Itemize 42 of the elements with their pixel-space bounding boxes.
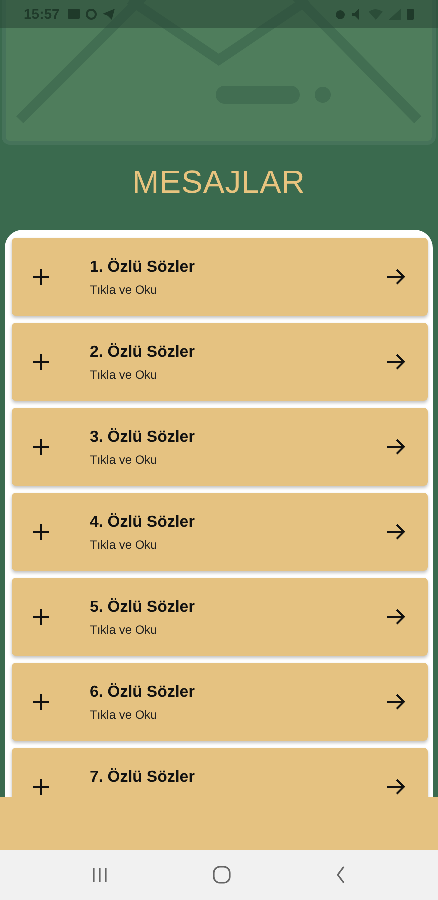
list-item-card[interactable]: 3. Özlü Sözler Tıkla ve Oku bbox=[12, 408, 428, 486]
image-icon bbox=[68, 9, 80, 19]
arrow-right-icon bbox=[386, 353, 406, 371]
recent-apps-icon[interactable] bbox=[92, 867, 108, 883]
plus-icon bbox=[32, 523, 50, 541]
item-subtitle: Tıkla ve Oku bbox=[90, 708, 158, 722]
item-title: 3. Özlü Sözler bbox=[90, 429, 196, 447]
arrow-right-icon bbox=[386, 438, 406, 456]
list-item-card[interactable]: 5. Özlü Sözler Tıkla ve Oku bbox=[12, 578, 428, 656]
item-subtitle: Tıkla ve Oku bbox=[90, 283, 158, 297]
back-icon[interactable] bbox=[336, 866, 346, 884]
item-title: 6. Özlü Sözler bbox=[90, 684, 196, 702]
home-icon[interactable] bbox=[212, 866, 231, 884]
plus-icon bbox=[32, 438, 50, 456]
plus-icon bbox=[32, 353, 50, 371]
list-item-card[interactable]: 4. Özlü Sözler Tıkla ve Oku bbox=[12, 493, 428, 571]
arrow-right-icon bbox=[386, 608, 406, 626]
item-subtitle: Tıkla ve Oku bbox=[90, 623, 158, 637]
list-item-card[interactable]: 7. Özlü Sözler bbox=[12, 748, 428, 797]
list-item-card[interactable]: 1. Özlü Sözler Tıkla ve Oku bbox=[12, 238, 428, 316]
item-title: 4. Özlü Sözler bbox=[90, 514, 196, 532]
plus-icon bbox=[32, 693, 50, 711]
alarm-icon bbox=[335, 8, 346, 20]
item-title: 1. Özlü Sözler bbox=[90, 259, 196, 277]
item-title: 5. Özlü Sözler bbox=[90, 599, 196, 617]
plus-icon bbox=[32, 268, 50, 286]
item-subtitle: Tıkla ve Oku bbox=[90, 368, 158, 382]
page-title: MESAJLAR bbox=[132, 164, 306, 201]
list-item-card[interactable]: 2. Özlü Sözler Tıkla ve Oku bbox=[12, 323, 428, 401]
arrow-right-icon bbox=[386, 778, 406, 796]
list-item-card[interactable]: 6. Özlü Sözler Tıkla ve Oku bbox=[12, 663, 428, 741]
item-subtitle: Tıkla ve Oku bbox=[90, 453, 158, 467]
plus-icon bbox=[32, 608, 50, 626]
item-title: 2. Özlü Sözler bbox=[90, 344, 196, 362]
plus-icon bbox=[32, 778, 50, 796]
battery-icon bbox=[407, 8, 414, 20]
item-subtitle: Tıkla ve Oku bbox=[90, 538, 158, 552]
arrow-right-icon bbox=[386, 268, 406, 286]
send-icon bbox=[102, 8, 115, 20]
arrow-right-icon bbox=[386, 693, 406, 711]
item-title: 7. Özlü Sözler bbox=[90, 769, 196, 787]
arrow-right-icon bbox=[386, 523, 406, 541]
